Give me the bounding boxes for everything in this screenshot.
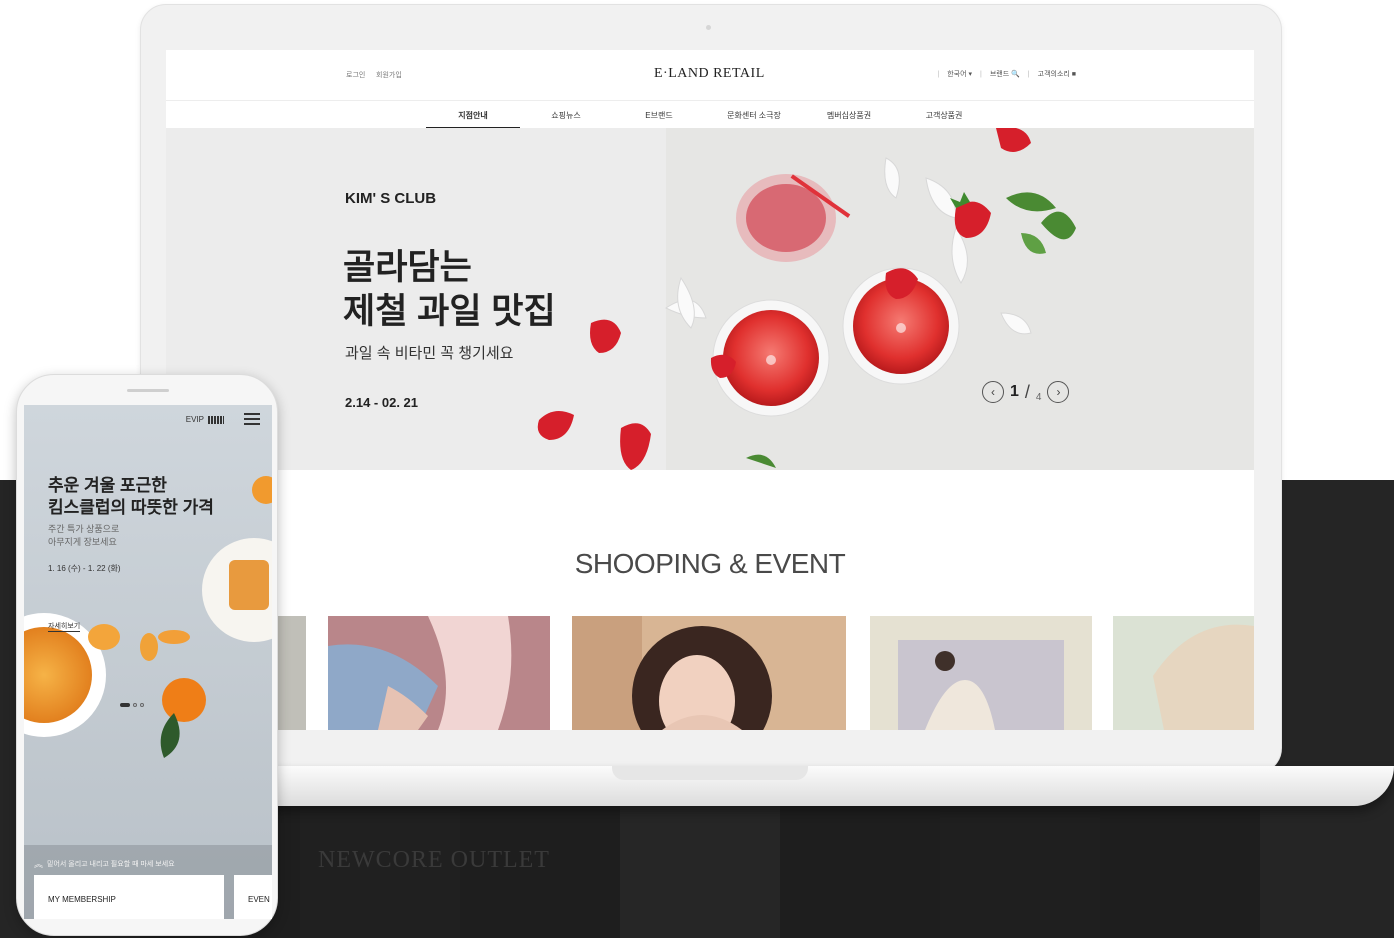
my-membership-label: MY MEMBERSHIP [48,895,116,904]
signup-link[interactable]: 회원가입 [376,70,402,80]
event-card-image [328,616,550,730]
eland-retail-logo[interactable]: E·LAND RETAIL [654,66,765,82]
phone-screen: EVIP 추운 겨울 포근한 킴스클럽의 따뜻한 가격 주간 특가 상품으로 아… [24,405,272,919]
evip-badge[interactable]: EVIP [186,415,224,424]
carousel-dot[interactable] [120,703,130,707]
nav-item-culture-center[interactable]: 문화센터 소극장 [707,110,801,121]
carousel-dot[interactable] [140,703,144,707]
event-card[interactable] [572,616,846,730]
divider: | [937,70,940,78]
customer-voice-link[interactable]: 고객의소리 ■ [1038,69,1076,79]
phone-speaker [127,389,169,392]
event-card[interactable] [328,616,550,730]
chevron-left-circle-icon[interactable]: ‹ [982,381,1004,403]
nav-item-membership-voucher[interactable]: 멤버십상품권 [802,110,896,121]
evip-label: EVIP [185,415,204,424]
header: 로그인 회원가입 E·LAND RETAIL | 한국어 ▾ | 브랜드 🔍 |… [166,50,1254,100]
hero-banner[interactable]: KIM' S CLUB 골라담는 제철 과일 맛집 과일 속 비타민 꼭 챙기세… [166,128,1254,470]
event-card-label: EVEN [248,895,270,904]
chevron-up-icon: ︽ [34,859,44,869]
nav-item-ebrand[interactable]: E브랜드 [612,110,706,121]
login-link[interactable]: 로그인 [346,70,365,80]
nav-item-branch[interactable]: 지점안내 [426,110,520,121]
hero-image [166,128,1254,470]
phone-hero-description: 주간 특가 상품으로 아무지게 장보세요 [48,524,120,547]
language-select[interactable]: 한국어 ▾ [947,69,972,79]
scroll-hint-text: 밑어서 올리고 내리고 필요할 때 마세 보세요 [47,860,175,868]
my-membership-card[interactable]: MY MEMBERSHIP [34,875,224,919]
divider: | [979,70,982,78]
utility-menu: | 한국어 ▾ | 브랜드 🔍 | 고객의소리 ■ [937,69,1076,79]
event-card-image [870,616,1092,730]
laptop-notch [612,766,808,780]
event-card-image [1113,616,1254,730]
laptop-camera [706,25,711,30]
hero-description: 과일 속 비타민 꼭 챙기세요 [345,345,514,362]
barcode-icon [208,415,224,424]
phone-frame: EVIP 추운 겨울 포근한 킴스클럽의 따뜻한 가격 주간 특가 상품으로 아… [16,374,278,936]
phone-carousel-dots [120,703,144,707]
laptop-screen: 로그인 회원가입 E·LAND RETAIL | 한국어 ▾ | 브랜드 🔍 |… [166,50,1254,730]
hero-pager: ‹ 1 / 4 › [982,381,1070,403]
event-cards [166,616,1254,730]
carousel-dot[interactable] [133,703,137,707]
event-card[interactable] [1113,616,1254,730]
phone-hero-date: 1. 16 (수) - 1. 22 (화) [48,564,121,573]
pager-current: 1 [1010,383,1019,400]
scroll-hint: ︽ 밑어서 올리고 내리고 필요할 때 마세 보세요 [34,857,175,870]
nav-item-gift-voucher[interactable]: 고객상품권 [897,110,991,121]
section-title: SHOOPING & EVENT [574,548,846,579]
event-card[interactable] [870,616,1092,730]
pager-slash: / [1024,381,1030,402]
brand-search-link[interactable]: 브랜드 🔍 [990,69,1020,79]
chevron-right-circle-icon[interactable]: › [1047,381,1070,403]
hero-title: 골라담는 제철 과일 맛집 [343,248,556,331]
hero-subtitle: KIM' S CLUB [345,190,437,207]
pager-total: 4 [1035,391,1042,403]
hero-date: 2.14 - 02. 21 [345,395,418,410]
event-card-image [572,616,846,730]
main-nav: 지점안내 쇼핑뉴스 E브랜드 문화센터 소극장 멤버십상품권 고객상품권 [166,100,1254,129]
nav-item-shopping-news[interactable]: 쇼핑뉴스 [519,110,613,121]
phone-more-link[interactable]: 자세히보기 [48,621,81,632]
phone-hero-title: 추운 겨울 포근한 킴스클럽의 따뜻한 가격 [48,476,214,517]
hamburger-menu-icon[interactable] [244,413,260,425]
divider: | [1027,70,1030,78]
newcore-outlet-logo: NEWCORE OUTLET [318,847,550,873]
event-card-preview[interactable]: EVEN [234,875,272,919]
